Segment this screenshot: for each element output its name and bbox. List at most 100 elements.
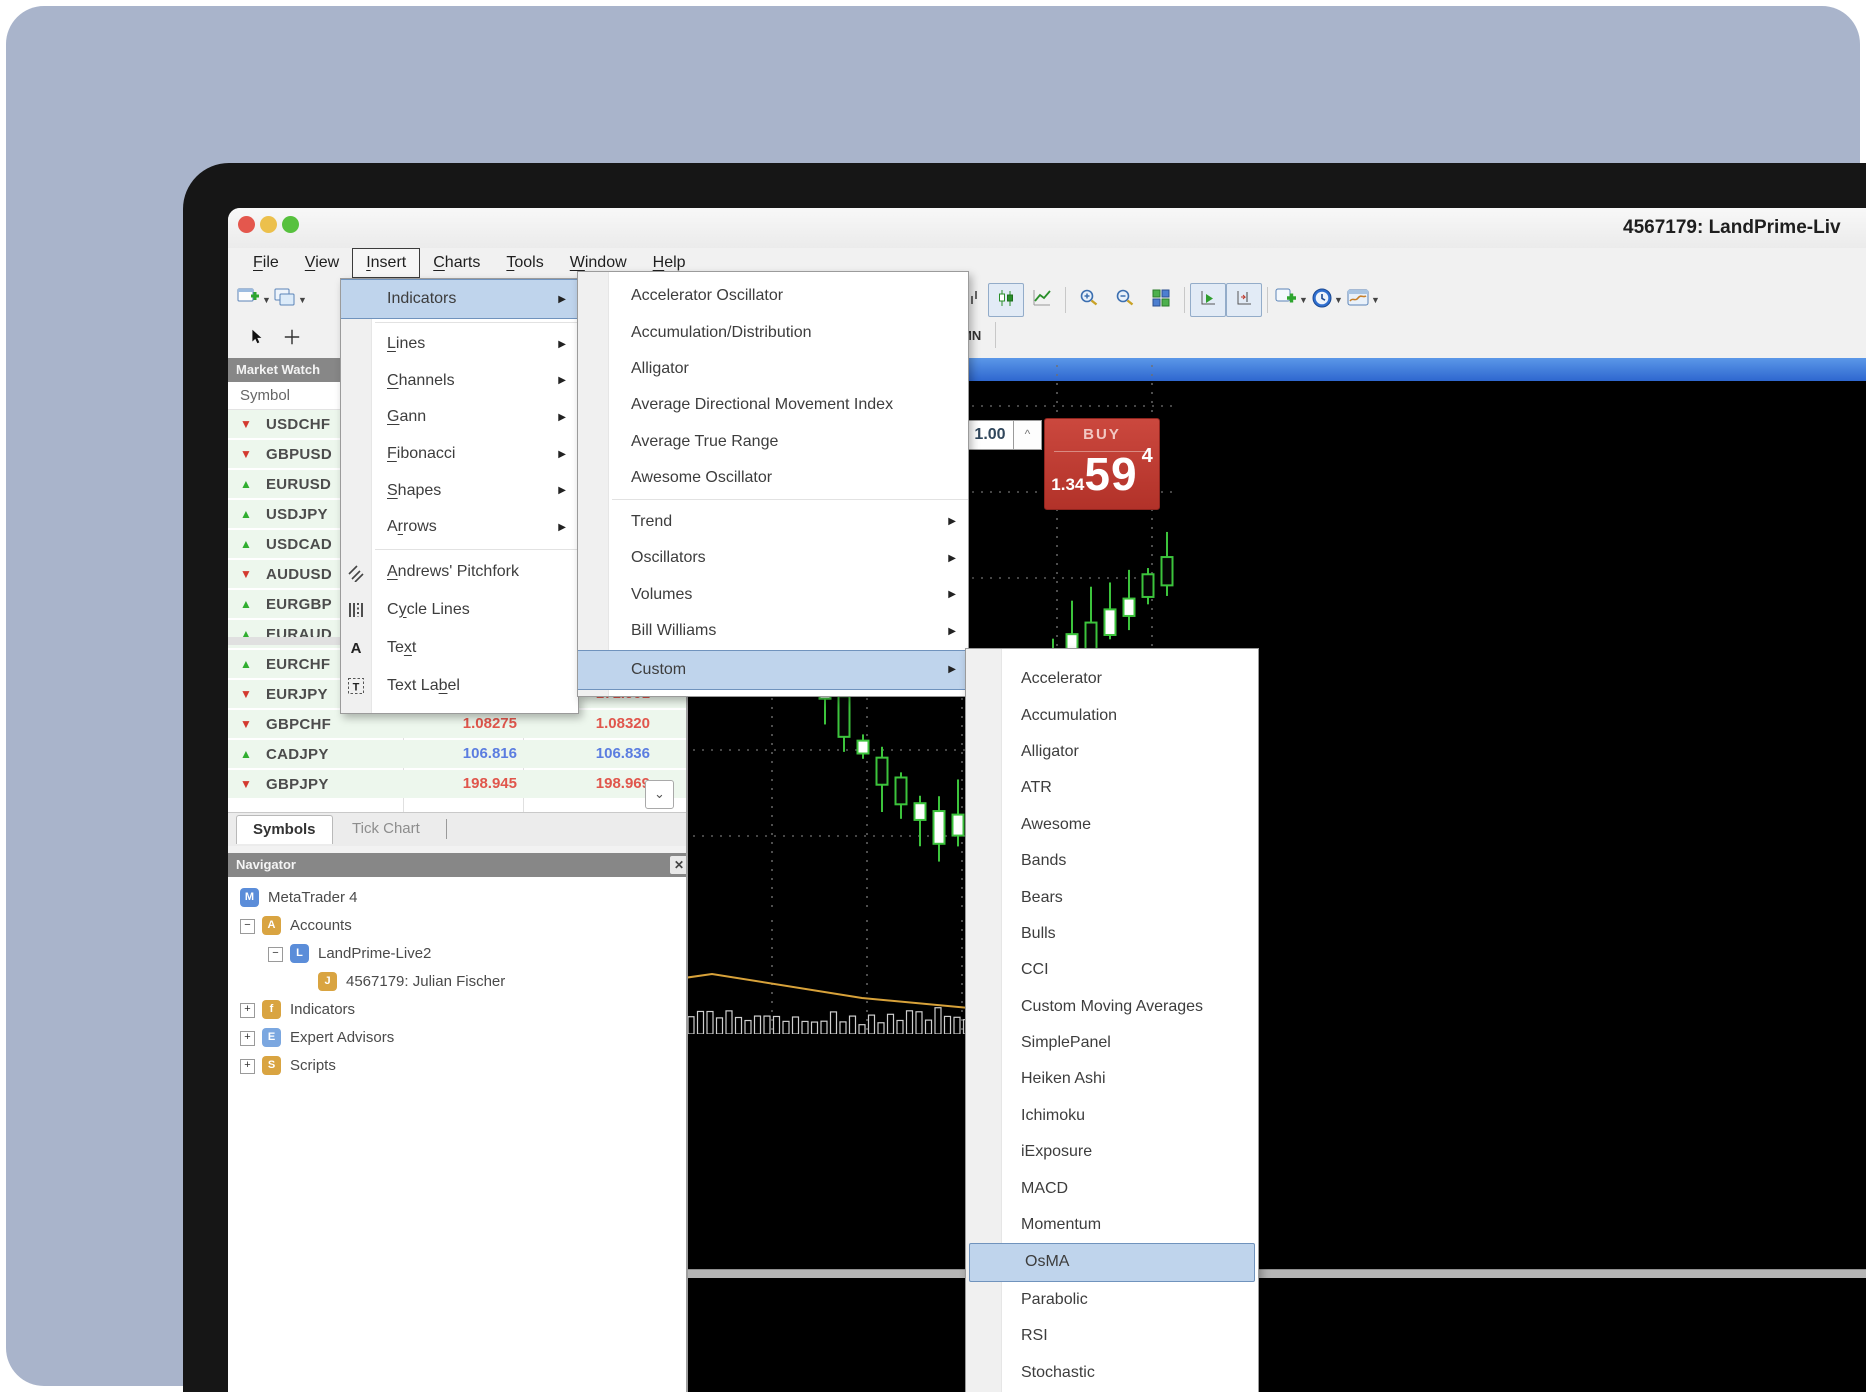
lot-size-input[interactable]: 1.00 [966, 420, 1014, 450]
menu-charts[interactable]: Charts [420, 248, 493, 278]
periods-clock-icon [1311, 287, 1333, 314]
menu-item-osma[interactable]: OsMA [969, 1243, 1255, 1281]
menu-item-momentum[interactable]: Momentum [966, 1207, 1258, 1243]
tile-windows-button[interactable] [1143, 283, 1179, 317]
chart-shift-button[interactable] [1226, 283, 1262, 317]
menu-item-shapes[interactable]: Shapes▶ [341, 472, 578, 509]
menu-item-label: Bulls [1021, 925, 1056, 943]
dropdown-caret-icon[interactable]: ▼ [1334, 295, 1343, 305]
menu-item-bands[interactable]: Bands [966, 843, 1258, 879]
close-traffic-light[interactable] [238, 216, 255, 233]
zoom-out-button[interactable] [1107, 283, 1143, 317]
menu-item-oscillators[interactable]: Oscillators▶ [578, 540, 968, 577]
menu-item-text[interactable]: AText [341, 629, 578, 667]
menu-item-cci[interactable]: CCI [966, 952, 1258, 988]
menu-item-iexposure[interactable]: iExposure [966, 1134, 1258, 1170]
menu-item-cycle-lines[interactable]: Cycle Lines [341, 591, 578, 629]
symbol-label: USDCHF [266, 416, 330, 433]
buy-price: 1.34594 [1045, 445, 1159, 501]
menu-item-custom[interactable]: Custom▶ [578, 650, 968, 690]
lot-stepper-up[interactable]: ^ [1013, 420, 1042, 450]
menu-item-channels[interactable]: Channels▶ [341, 363, 578, 400]
menu-file[interactable]: File [240, 248, 292, 278]
dropdown-caret-icon[interactable]: ▼ [298, 295, 307, 305]
menu-item-custom-moving-averages[interactable]: Custom Moving Averages [966, 989, 1258, 1025]
tab-symbols[interactable]: Symbols [236, 815, 333, 844]
menu-item-lines[interactable]: Lines▶ [341, 326, 578, 363]
dropdown-caret-icon[interactable]: ▼ [1299, 295, 1308, 305]
navigator-titlebar[interactable]: Navigator ✕ [228, 853, 694, 877]
buy-button[interactable]: BUY 1.34594 [1044, 418, 1160, 510]
menu-item-parabolic[interactable]: Parabolic [966, 1282, 1258, 1318]
menu-item-indicators[interactable]: Indicators▶ [341, 279, 578, 319]
menu-item-text-label[interactable]: TText Label [341, 667, 578, 705]
menu-item-awesome-oscillator[interactable]: Awesome Oscillator [578, 460, 968, 496]
expand-icon[interactable]: + [240, 1059, 255, 1074]
menu-separator [341, 546, 578, 553]
collapse-icon[interactable]: − [268, 947, 283, 962]
menu-item-simplepanel[interactable]: SimplePanel [966, 1025, 1258, 1061]
menu-item-average-directional-movement-index[interactable]: Average Directional Movement Index [578, 387, 968, 423]
menu-item-accumulation[interactable]: Accumulation [966, 697, 1258, 733]
new-chart-button[interactable]: ▼ [236, 283, 272, 317]
market-watch-row-gbpjpy[interactable]: ▼GBPJPY198.945198.969 [228, 770, 686, 798]
menu-item-alligator[interactable]: Alligator [966, 734, 1258, 770]
menu-item-accumulation-distribution[interactable]: Accumulation/Distribution [578, 314, 968, 350]
menu-item-rsi[interactable]: RSI [966, 1318, 1258, 1354]
menu-item-alligator[interactable]: Alligator [578, 351, 968, 387]
navigator-item-expert-advisors[interactable]: +EExpert Advisors [228, 1024, 686, 1052]
menu-tools[interactable]: Tools [493, 248, 556, 278]
menu-item-heiken-ashi[interactable]: Heiken Ashi [966, 1061, 1258, 1097]
periods-clock-button[interactable]: ▼ [1309, 283, 1345, 317]
zoom-in-button[interactable] [1071, 283, 1107, 317]
zoom-traffic-light[interactable] [282, 216, 299, 233]
submenu-arrow-icon: ▶ [558, 522, 566, 533]
menu-item-bulls[interactable]: Bulls [966, 916, 1258, 952]
menu-item-awesome[interactable]: Awesome [966, 807, 1258, 843]
menu-item-bill-williams[interactable]: Bill Williams▶ [578, 613, 968, 650]
dropdown-caret-icon[interactable]: ▼ [1371, 295, 1380, 305]
menu-item-accelerator-oscillator[interactable]: Accelerator Oscillator [578, 278, 968, 314]
candlestick-button[interactable] [988, 283, 1024, 317]
menu-item-accelerator[interactable]: Accelerator [966, 661, 1258, 697]
cursor-button[interactable] [238, 322, 274, 356]
collapse-icon[interactable]: − [240, 919, 255, 934]
chart-template-button[interactable]: ▼ [1345, 283, 1381, 317]
navigator-item-4567179-julian-fischer[interactable]: J4567179: Julian Fischer [228, 968, 686, 996]
menu-item-average-true-range[interactable]: Average True Range [578, 424, 968, 460]
menu-insert[interactable]: Insert [352, 248, 420, 278]
menu-item-volumes[interactable]: Volumes▶ [578, 577, 968, 614]
expand-icon[interactable]: + [240, 1031, 255, 1046]
menu-item-fibonacci[interactable]: Fibonacci▶ [341, 436, 578, 473]
navigator-item-scripts[interactable]: +SScripts [228, 1052, 686, 1080]
auto-scroll-button[interactable] [1190, 283, 1226, 317]
dropdown-caret-icon[interactable]: ▼ [262, 295, 271, 305]
menu-item-andrews-pitchfork[interactable]: Andrews' Pitchfork [341, 553, 578, 591]
navigator-item-metatrader-4[interactable]: MMetaTrader 4 [228, 884, 686, 912]
navigator-item-landprime-live2[interactable]: −LLandPrime-Live2 [228, 940, 686, 968]
menu-item-bears[interactable]: Bears [966, 879, 1258, 915]
menu-item-macd[interactable]: MACD [966, 1170, 1258, 1206]
new-template-button[interactable]: ▼ [1273, 283, 1309, 317]
profiles-button[interactable]: ▼ [272, 283, 308, 317]
market-watch-row-gbpchf[interactable]: ▼GBPCHF1.082751.08320 [228, 710, 686, 738]
menu-item-trend[interactable]: Trend▶ [578, 503, 968, 540]
navigator-item-indicators[interactable]: +fIndicators [228, 996, 686, 1024]
toolbar-right-group: ▼ ▼ ▼ [952, 283, 1381, 317]
chevron-down-icon[interactable]: ⌄ [645, 780, 674, 809]
expand-icon[interactable]: + [240, 1003, 255, 1018]
menu-item-atr[interactable]: ATR [966, 770, 1258, 806]
submenu-arrow-icon: ▶ [558, 485, 566, 496]
menu-view[interactable]: View [292, 248, 352, 278]
line-chart-button[interactable] [1024, 283, 1060, 317]
toolbar-separator [995, 322, 996, 348]
tab-tick-chart[interactable]: Tick Chart [336, 815, 436, 843]
navigator-item-accounts[interactable]: −AAccounts [228, 912, 686, 940]
menu-item-ichimoku[interactable]: Ichimoku [966, 1098, 1258, 1134]
menu-item-gann[interactable]: Gann▶ [341, 399, 578, 436]
minimize-traffic-light[interactable] [260, 216, 277, 233]
market-watch-row-cadjpy[interactable]: ▲CADJPY106.816106.836 [228, 740, 686, 768]
menu-item-stochastic[interactable]: Stochastic [966, 1354, 1258, 1390]
menu-item-arrows[interactable]: Arrows▶ [341, 509, 578, 546]
crosshair-button[interactable] [274, 322, 310, 356]
